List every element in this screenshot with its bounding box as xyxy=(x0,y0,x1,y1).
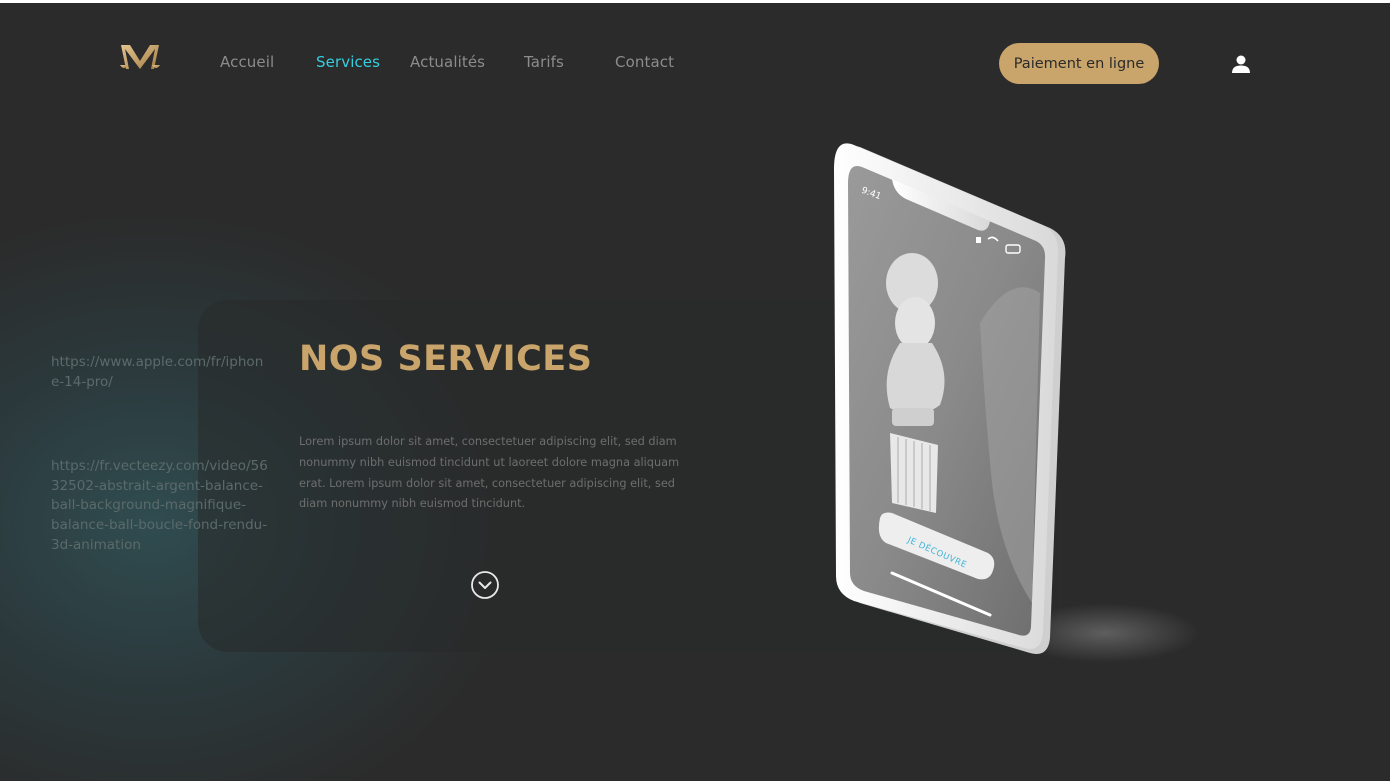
nav-services[interactable]: Services xyxy=(316,53,380,71)
nav-actualites[interactable]: Actualités xyxy=(410,53,485,71)
reference-apple-link[interactable]: https://www.apple.com/fr/iphone-14-pro/ xyxy=(51,353,271,392)
nav-accueil[interactable]: Accueil xyxy=(220,53,274,71)
page-title: NOS SERVICES xyxy=(299,339,593,379)
chevron-down-circle-icon[interactable] xyxy=(470,570,500,600)
nav-contact[interactable]: Contact xyxy=(615,53,674,71)
services-description: Lorem ipsum dolor sit amet, consectetuer… xyxy=(299,435,680,511)
user-icon[interactable] xyxy=(1230,54,1252,74)
scales-of-justice-logo[interactable] xyxy=(118,39,162,85)
page: Accueil Services Actualités Tarifs Conta… xyxy=(0,0,1390,781)
online-payment-button[interactable]: Paiement en ligne xyxy=(999,43,1159,84)
phone-mockup xyxy=(834,143,1066,655)
nav-tarifs[interactable]: Tarifs xyxy=(524,53,564,71)
reference-vecteezy-link[interactable]: https://fr.vecteezy.com/video/5632502-ab… xyxy=(51,457,271,556)
